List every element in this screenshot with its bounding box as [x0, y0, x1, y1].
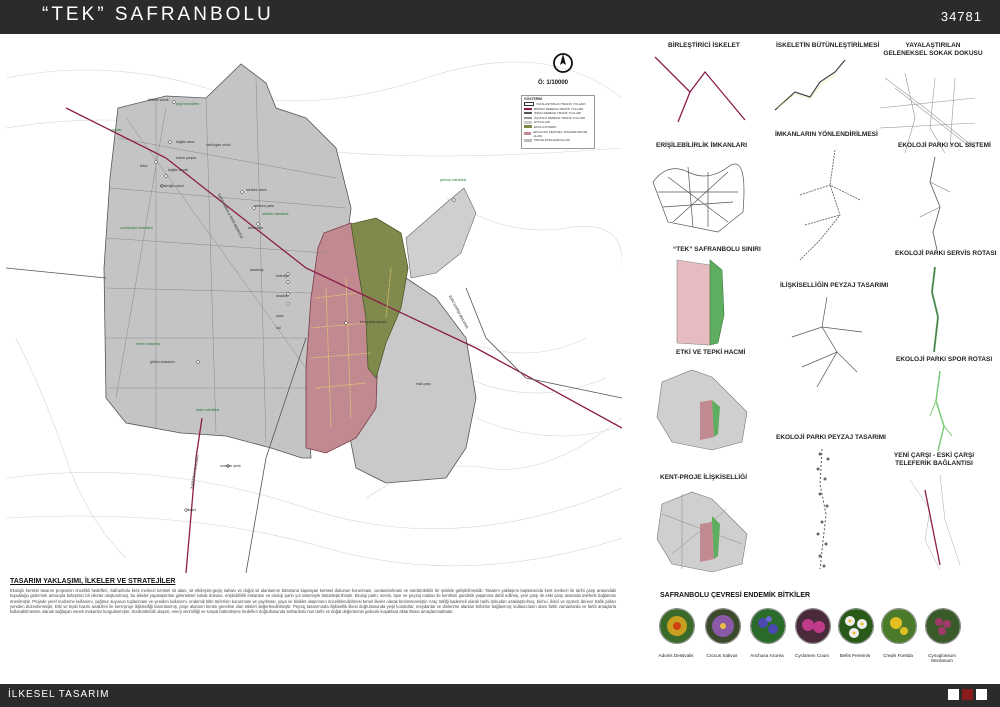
plant-name: Crepis Foetida: [883, 653, 913, 658]
diagram-imkanlar-yonlendirme[interactable]: [780, 145, 870, 265]
map-label: çarşılar: [110, 128, 122, 132]
diagram-erisilebilirlik[interactable]: [648, 152, 748, 234]
legend-item: ETKİ ALANI: [524, 120, 592, 124]
header-bar: “TEK” SAFRANBOLU 34781: [0, 0, 1000, 34]
map-label: osmanlı şehir: [220, 464, 241, 468]
plant-photo: [750, 608, 786, 644]
legend-title: GÖSTERİM: [524, 97, 543, 101]
map-label: hal: [276, 326, 281, 330]
plant-name: Adonis Destivalis: [658, 653, 694, 658]
map-label: anadolu: [276, 294, 289, 298]
diagram-title: EKOLOJİ PARKI SPOR ROTASI: [896, 356, 993, 363]
diagram-kent-proje[interactable]: [652, 484, 752, 576]
map-label: emek mahallesi: [136, 342, 161, 346]
diagram-etki-tepki[interactable]: [652, 362, 752, 454]
plant-photo: [795, 608, 831, 644]
project-code: 34781: [940, 9, 982, 24]
map-label: ahmediye: [248, 226, 264, 230]
diagram-teleferik[interactable]: [900, 470, 980, 574]
map-legend: GÖSTERİM YAYALAŞTIRILAN TRAFİK YOLLARI B…: [521, 95, 595, 149]
footer-square: [962, 689, 973, 700]
legend-item: YAYALAŞTIRILAN TRAFİK YOLLARI: [524, 102, 592, 106]
diagram-title: BİRLEŞTİRİCİ İSKELET: [668, 42, 740, 49]
diagram-title: “TEK” SAFRANBOLU SINIRI: [673, 246, 761, 253]
plant-item: Cyclamen Coum: [795, 608, 831, 658]
plant-item: Bellis Perennis: [838, 608, 874, 658]
plant-name: Crocus Sativus: [706, 653, 738, 658]
legend-item: İKİNCİ DERECE TRAFİK YOLLARI: [524, 111, 592, 115]
map-label: merkez parkı: [254, 204, 275, 208]
plant-photo: [705, 608, 741, 644]
map-label: belediye: [276, 274, 290, 278]
diagram-title: ETKİ VE TEPKİ HACMİ: [676, 349, 746, 356]
map-label: cumhuriyet mahallesi: [120, 226, 153, 230]
map-label: tekel: [140, 164, 148, 168]
approach-text: Ekolojik kentsel tasarım projesinin önce…: [10, 588, 616, 615]
diagram-iskelet-butunlestirilmesi[interactable]: [765, 52, 865, 124]
map-scale: Ö: 1/10000: [538, 80, 569, 86]
page-title: “TEK” SAFRANBOLU: [42, 4, 274, 25]
footer-square: [948, 689, 959, 700]
plant-item: Anchusa Azurea: [750, 608, 786, 658]
plant-photo: [925, 608, 961, 644]
diagram-title: EKOLOJİ PARKI YOL SİSTEMİ: [898, 142, 991, 149]
map-label: zafi tuğan okulu: [206, 143, 231, 147]
diagram-park-spor[interactable]: [910, 366, 970, 456]
diagram-title: YAYALAŞTIRILAN GELENEKSEL SOKAK DOKUSU: [883, 42, 983, 57]
map-label: bararkay: [250, 268, 264, 272]
plant-name: Cynoglossum Montanum: [928, 653, 956, 663]
map-label: karapazar sanayi: [360, 320, 387, 324]
map-label: gülüm ortaokulu: [150, 360, 175, 364]
diagram-title: İSKELETİN BÜTÜNLEŞTİRİLMESİ: [776, 42, 880, 49]
diagram-title: İLİŞKİSELLİĞİN PEYZAJ TASARIMI: [780, 282, 889, 289]
map-label: atatürk mahallesi: [262, 212, 289, 216]
diagram-title: KENT-PROJE İLİŞKİSELLİĞİ: [660, 474, 748, 481]
legend-item: BİRİNCİ DERECE TRAFİK YOLLARI: [524, 107, 592, 111]
map-label: dedeoğlu camii: [160, 184, 184, 188]
map-label: tülbent sokak: [148, 98, 169, 102]
legend-item: PROJE ETİKLEŞİM ALANI: [524, 138, 592, 142]
north-arrow-icon: [553, 53, 573, 73]
plant-item: Crocus Sativus: [705, 608, 741, 658]
footer-square: [976, 689, 987, 700]
plants-title: SAFRANBOLU ÇEVRESİ ENDEMİK BİTKİLER: [660, 592, 811, 599]
diagram-title: EKOLOJİ PARKI SERVİS ROTASI: [895, 250, 997, 257]
footer-label: İLKESEL TASARIM: [8, 689, 110, 700]
diagram-title: İMKANLARIN YÖNLENDİRİLMESİ: [775, 131, 878, 138]
diagram-iliskisellik-peyzaj[interactable]: [782, 292, 872, 392]
map-label: bahar çarşısı: [176, 156, 197, 160]
map-label: gümüş mahallesi: [440, 178, 467, 182]
map-label: eski çarşı: [416, 382, 431, 386]
plant-photo: [838, 608, 874, 644]
diagram-park-yol-sistemi[interactable]: [905, 152, 965, 252]
plant-item: Adonis Destivalis: [659, 608, 695, 658]
map-label: vilayet: [186, 508, 196, 512]
approach-title: TASARIM YAKLAŞIMI, İLKELER VE STRATEJİLE…: [10, 578, 176, 585]
plant-item: Cynoglossum Montanum: [925, 608, 961, 663]
map-label: merkez camii: [246, 188, 267, 192]
diagram-birlestirici-iskelet[interactable]: [650, 52, 750, 124]
map-label: çarşı: [276, 314, 284, 318]
plant-name: Anchusa Azurea: [750, 653, 784, 658]
plant-item: Crepis Foetida: [881, 608, 917, 658]
footer-bar: İLKESEL TASARIM: [0, 684, 1000, 707]
map-label: bağlar sana: [176, 140, 195, 144]
legend-item: EKOLOJİ PARKI: [524, 125, 592, 129]
map-label: bağlar bucak: [168, 168, 189, 172]
plant-photo: [881, 608, 917, 644]
legend-item: EKOLOJİK KENTSEL TASARIM PROJE ALANI: [524, 130, 592, 138]
diagram-tek-siniri[interactable]: [672, 255, 732, 350]
diagram-title: YENİ ÇARŞI - ESKİ ÇARŞI TELEFERİK BAĞLAN…: [893, 452, 975, 467]
diagram-title: EKOLOJİ PARKI PEYZAJ TASARIMI: [776, 434, 886, 441]
diagram-park-peyzaj[interactable]: [800, 444, 850, 574]
diagram-park-servis[interactable]: [910, 262, 960, 357]
map-label: şeyh mahallesi: [176, 102, 200, 106]
plant-photo: [659, 608, 695, 644]
diagram-title: ERİŞİLEBİLİRLİK İMKANLARI: [656, 142, 747, 149]
map-label: baklı mahallesi: [196, 408, 220, 412]
